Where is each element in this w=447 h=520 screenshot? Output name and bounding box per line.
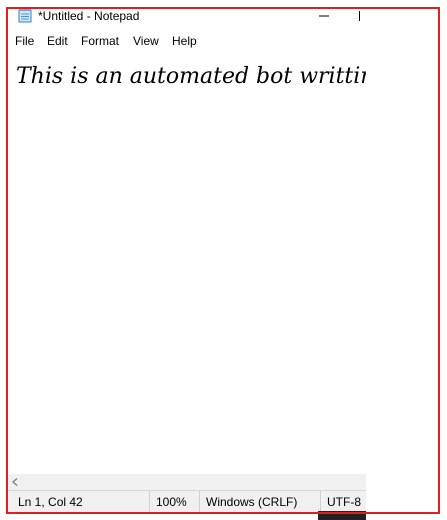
editor-content: This is an automated bot writting fo [16,64,366,89]
text-editor[interactable]: This is an automated bot writting fo [6,52,366,474]
title-bar[interactable]: *Untitled - Notepad [6,4,366,29]
minimize-icon [319,8,329,26]
menu-edit[interactable]: Edit [47,34,68,48]
menu-file[interactable]: File [15,34,34,48]
screen: *Untitled - Notepad File Edit Format Vie… [0,0,447,520]
menu-help[interactable]: Help [172,34,197,48]
status-bar: Ln 1, Col 42 100% Windows (CRLF) UTF-8 [6,490,366,514]
horizontal-scrollbar[interactable] [6,474,366,490]
line-endings: Windows (CRLF) [199,491,320,514]
menu-bar: File Edit Format View Help [6,31,366,51]
menu-view[interactable]: View [133,34,159,48]
maximize-icon [359,8,366,26]
zoom-level: 100% [149,491,198,514]
maximize-button[interactable] [344,4,366,29]
notepad-window: *Untitled - Notepad File Edit Format Vie… [6,4,366,520]
minimize-button[interactable] [304,4,344,29]
cursor-position: Ln 1, Col 42 [18,495,83,509]
scroll-left-button[interactable] [8,474,22,490]
window-title: *Untitled - Notepad [38,9,140,23]
notepad-icon [18,8,32,23]
menu-format[interactable]: Format [81,34,119,48]
taskbar-fragment [318,511,366,520]
scroll-left-icon [12,473,18,491]
